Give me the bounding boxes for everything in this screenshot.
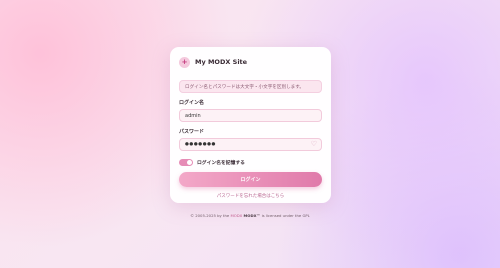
username-field-wrapper	[179, 109, 322, 122]
footer-modx-link[interactable]: MODX	[230, 213, 242, 218]
footer: © 2005-2025 by the MODX MODX™ is license…	[0, 213, 500, 218]
username-input[interactable]	[185, 110, 316, 121]
case-sensitive-notice: ログイン名とパスワードは大文字・小文字を区別します。	[179, 80, 322, 93]
site-name: My MODX Site	[195, 58, 248, 66]
footer-license-text: is licensed under the GPL	[261, 213, 310, 218]
remember-me-label[interactable]: ログイン名を記憶する	[197, 159, 245, 166]
password-label: パスワード	[179, 129, 205, 135]
brand-header: + My MODX Site	[179, 55, 322, 69]
toggle-knob	[187, 160, 192, 165]
password-input[interactable]: ●●●●●●●	[185, 142, 216, 147]
username-label: ログイン名	[179, 100, 205, 106]
footer-copyright: © 2005-2025 by the	[190, 213, 230, 218]
remember-me-toggle[interactable]	[179, 159, 193, 166]
modx-logo-icon: +	[179, 56, 190, 68]
footer-modx-name: MODX™	[243, 213, 261, 218]
forgot-password-link[interactable]: パスワードを忘れた場合はこちら	[179, 193, 322, 199]
login-card: + My MODX Site ログイン名とパスワードは大文字・小文字を区別します…	[170, 47, 331, 203]
remember-me-row: ログイン名を記憶する	[179, 158, 322, 167]
password-field-wrapper: ●●●●●●● ♡	[179, 138, 322, 151]
login-button[interactable]: ログイン	[179, 172, 322, 187]
heart-icon[interactable]: ♡	[311, 141, 317, 148]
